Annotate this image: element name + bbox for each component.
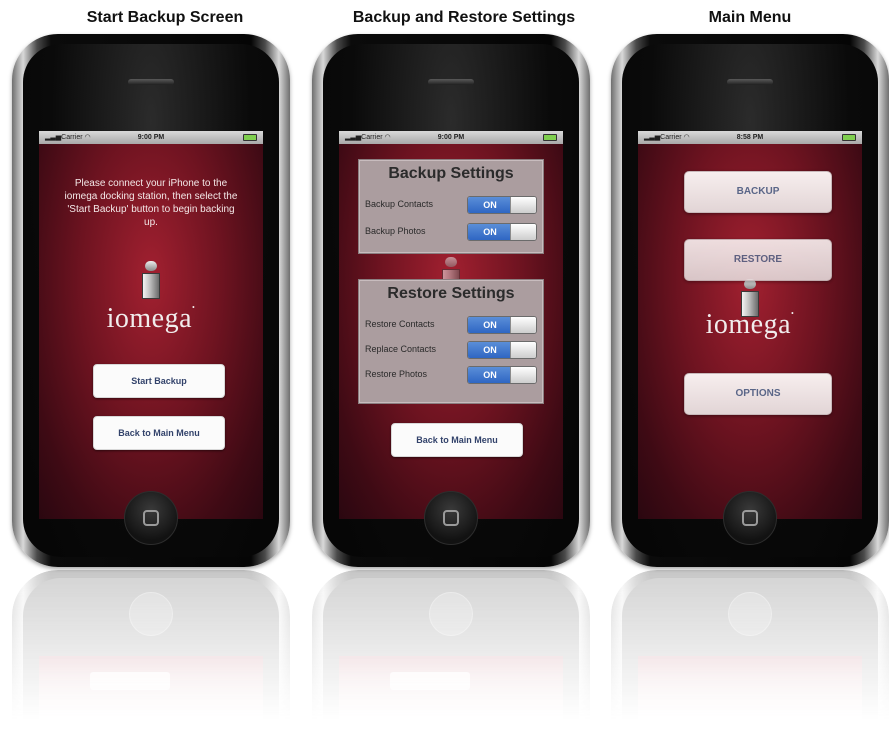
setting-row-restore-photos: Restore Photos ON xyxy=(365,366,537,384)
options-button[interactable]: OPTIONS xyxy=(684,373,832,415)
restore-button[interactable]: RESTORE xyxy=(684,239,832,281)
caption-settings: Backup and Restore Settings xyxy=(352,9,576,26)
setting-label: Replace Contacts xyxy=(365,344,437,354)
setting-row-backup-photos: Backup Photos ON xyxy=(365,223,537,241)
replace-contacts-toggle[interactable]: ON xyxy=(467,341,537,359)
instructions-text: Please connect your iPhone to the iomega… xyxy=(64,178,238,228)
backup-settings-panel: Backup Settings Backup Contacts ON Backu… xyxy=(358,159,544,254)
restore-photos-toggle[interactable]: ON xyxy=(467,366,537,384)
iomega-logo-text: iomega• xyxy=(106,303,196,334)
restore-settings-panel: Restore Settings Restore Contacts ON Rep… xyxy=(358,279,544,404)
status-time: 9:00 PM xyxy=(137,134,165,141)
speaker-grille xyxy=(128,79,174,85)
caption-main-menu: Main Menu xyxy=(708,9,792,26)
back-to-main-menu-button[interactable]: Back to Main Menu xyxy=(93,416,225,450)
phone-reflection xyxy=(312,570,590,720)
status-bar: ▂▃▅Carrier ◠ 8:58 PM xyxy=(638,131,862,144)
phone-start-backup: ▂▃▅Carrier ◠ 9:00 PM Please connect your … xyxy=(12,34,290,567)
speaker-grille xyxy=(727,79,773,85)
home-button[interactable] xyxy=(723,491,777,545)
iomega-logo-icon xyxy=(140,261,162,299)
battery-icon xyxy=(842,134,856,141)
restore-contacts-toggle[interactable]: ON xyxy=(467,316,537,334)
home-button[interactable] xyxy=(124,491,178,545)
backup-contacts-toggle[interactable]: ON xyxy=(467,196,537,214)
backup-photos-toggle[interactable]: ON xyxy=(467,223,537,241)
phone-main-menu: ▂▃▅Carrier ◠ 8:58 PM BACKUP RESTORE iomeg… xyxy=(611,34,889,567)
status-time: 9:00 PM xyxy=(437,134,465,141)
screen-main-menu: ▂▃▅Carrier ◠ 8:58 PM BACKUP RESTORE iomeg… xyxy=(638,131,862,519)
status-bar: ▂▃▅Carrier ◠ 9:00 PM xyxy=(339,131,563,144)
setting-label: Backup Contacts xyxy=(365,199,434,209)
setting-label: Backup Photos xyxy=(365,226,426,236)
status-bar: ▂▃▅Carrier ◠ 9:00 PM xyxy=(39,131,263,144)
speaker-grille xyxy=(428,79,474,85)
screen-settings: ▂▃▅Carrier ◠ 9:00 PM Backup Settings Back… xyxy=(339,131,563,519)
battery-icon xyxy=(543,134,557,141)
iomega-logo-text: iomega• xyxy=(705,309,795,340)
setting-label: Restore Contacts xyxy=(365,319,435,329)
home-button[interactable] xyxy=(424,491,478,545)
setting-row-replace-contacts: Replace Contacts ON xyxy=(365,341,537,359)
restore-settings-title: Restore Settings xyxy=(387,285,515,302)
back-to-main-menu-button[interactable]: Back to Main Menu xyxy=(391,423,523,457)
setting-label: Restore Photos xyxy=(365,369,428,379)
backup-settings-title: Backup Settings xyxy=(388,165,514,182)
status-time: 8:58 PM xyxy=(736,134,764,141)
start-backup-button[interactable]: Start Backup xyxy=(93,364,225,398)
setting-row-backup-contacts: Backup Contacts ON xyxy=(365,196,537,214)
phone-reflection xyxy=(12,570,290,720)
phone-settings: ▂▃▅Carrier ◠ 9:00 PM Backup Settings Back… xyxy=(312,34,590,567)
backup-button[interactable]: BACKUP xyxy=(684,171,832,213)
setting-row-restore-contacts: Restore Contacts ON xyxy=(365,316,537,334)
battery-icon xyxy=(243,134,257,141)
phone-reflection xyxy=(611,570,889,720)
screen-start-backup: ▂▃▅Carrier ◠ 9:00 PM Please connect your … xyxy=(39,131,263,519)
caption-start-backup: Start Backup Screen xyxy=(86,9,244,26)
